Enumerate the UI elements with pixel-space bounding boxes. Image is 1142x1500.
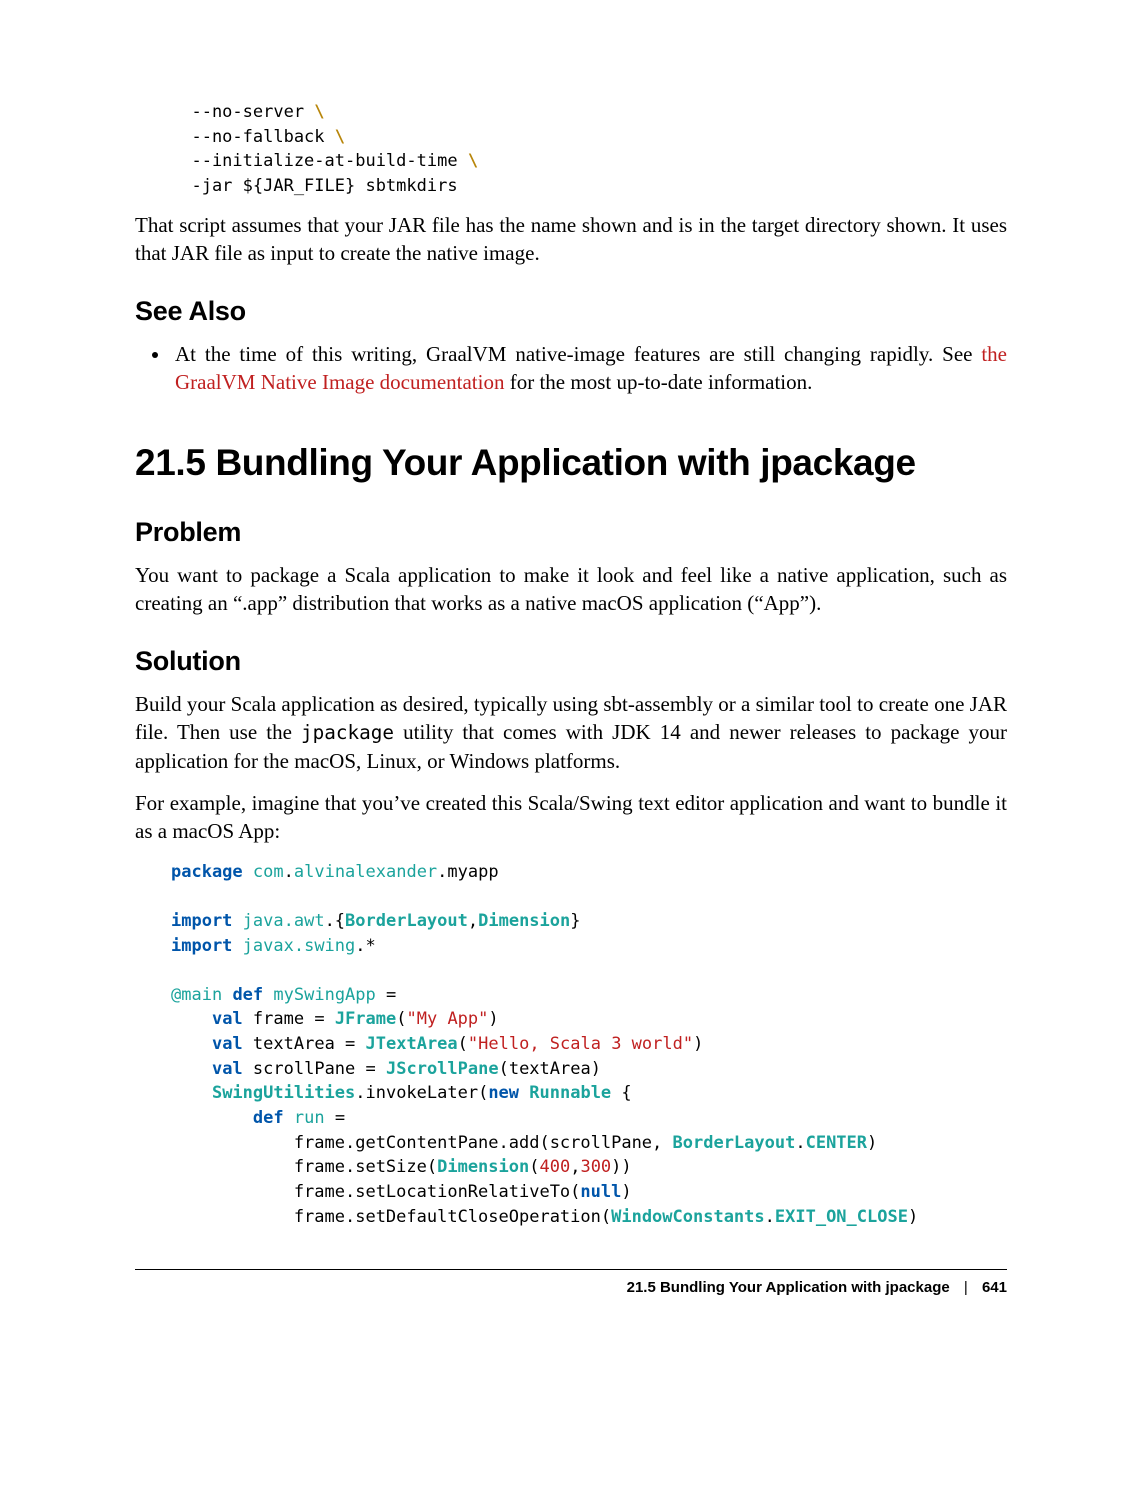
inline-code: jpackage (301, 721, 394, 744)
list-item: At the time of this writing, GraalVM nat… (171, 340, 1007, 397)
see-also-list: At the time of this writing, GraalVM nat… (171, 340, 1007, 397)
paragraph: For example, imagine that you’ve created… (135, 789, 1007, 846)
paragraph: Build your Scala application as desired,… (135, 690, 1007, 775)
page-number: 641 (982, 1279, 1007, 1296)
paragraph: That script assumes that your JAR file h… (135, 211, 1007, 268)
footer-separator: | (964, 1279, 968, 1296)
shell-code-block: --no-server \ --no-fallback \ --initiali… (171, 100, 1007, 199)
heading-see-also: See Also (135, 293, 1007, 329)
heading-problem: Problem (135, 514, 1007, 550)
text: for the most up-to-date information. (504, 370, 812, 394)
heading-solution: Solution (135, 643, 1007, 679)
heading-recipe: 21.5 Bundling Your Application with jpac… (135, 438, 1007, 488)
text: At the time of this writing, GraalVM nat… (175, 342, 981, 366)
page-footer: 21.5 Bundling Your Application with jpac… (135, 1270, 1007, 1298)
footer-title: 21.5 Bundling Your Application with jpac… (627, 1279, 950, 1296)
paragraph: You want to package a Scala application … (135, 561, 1007, 618)
scala-code-block: package com.alvinalexander.myapp import … (171, 860, 1007, 1230)
